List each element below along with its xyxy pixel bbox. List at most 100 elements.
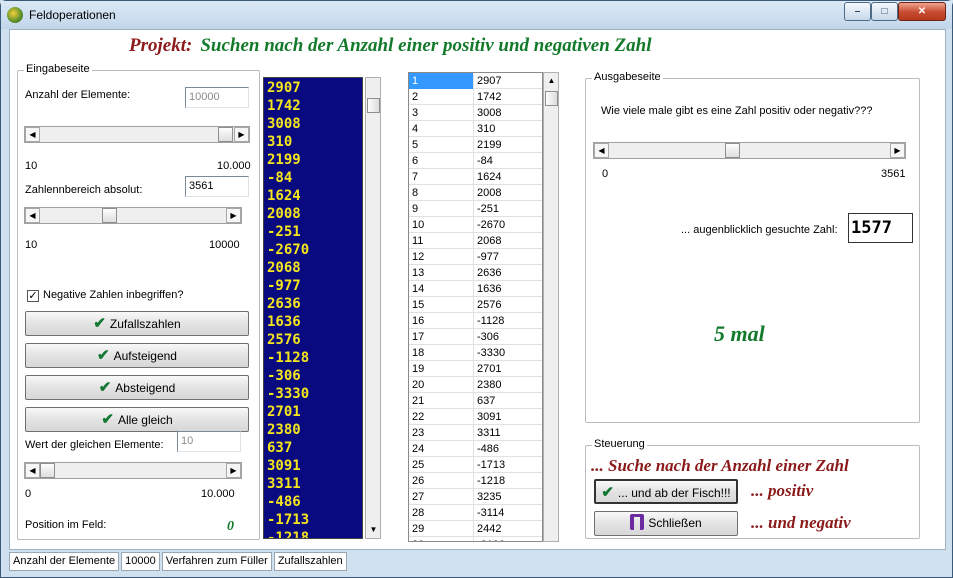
grid-value-cell[interactable]: -1713 xyxy=(474,457,542,473)
slider-thumb[interactable] xyxy=(218,127,233,142)
grid-value-cell[interactable]: 1624 xyxy=(474,169,542,185)
grid-row[interactable]: 14 1636 xyxy=(409,281,542,297)
grid-index-cell[interactable]: 20 xyxy=(409,377,474,393)
grid-value-cell[interactable]: 2199 xyxy=(474,137,542,153)
grid-row[interactable]: 11 2068 xyxy=(409,233,542,249)
grid-scrollbar[interactable]: ▲ xyxy=(543,72,559,542)
scroll-right-arrow-icon[interactable]: ▶ xyxy=(226,463,241,478)
grid-index-cell[interactable]: 6 xyxy=(409,153,474,169)
grid-index-cell[interactable]: 22 xyxy=(409,409,474,425)
grid-value-cell[interactable]: -306 xyxy=(474,329,542,345)
grid-value-cell[interactable]: 1636 xyxy=(474,281,542,297)
grid-value-cell[interactable]: -251 xyxy=(474,201,542,217)
grid-row[interactable]: 18 -3330 xyxy=(409,345,542,361)
scroll-down-arrow-icon[interactable]: ▼ xyxy=(367,523,380,536)
grid-value-cell[interactable]: 2380 xyxy=(474,377,542,393)
grid-index-cell[interactable]: 4 xyxy=(409,121,474,137)
grid-index-cell[interactable]: 19 xyxy=(409,361,474,377)
grid-index-cell[interactable]: 5 xyxy=(409,137,474,153)
grid-row[interactable]: 12 -977 xyxy=(409,249,542,265)
grid-index-cell[interactable]: 15 xyxy=(409,297,474,313)
grid-index-cell[interactable]: 2 xyxy=(409,89,474,105)
grid-value-cell[interactable]: 2068 xyxy=(474,233,542,249)
equal-value-slider[interactable]: ◀ ▶ xyxy=(24,462,242,479)
slider-thumb[interactable] xyxy=(40,463,55,478)
scroll-left-arrow-icon[interactable]: ◀ xyxy=(25,208,40,223)
grid-index-cell[interactable]: 27 xyxy=(409,489,474,505)
maximize-button[interactable]: □ xyxy=(871,2,898,21)
grid-row[interactable]: 25 -1713 xyxy=(409,457,542,473)
search-fish-button[interactable]: ✔... und ab der Fisch!!! xyxy=(594,479,738,504)
grid-value-cell[interactable]: -1218 xyxy=(474,473,542,489)
grid-row[interactable]: 26 -1218 xyxy=(409,473,542,489)
grid-value-cell[interactable]: -3190 xyxy=(474,537,542,541)
current-number-field[interactable]: 1577 xyxy=(848,213,913,243)
grid-index-cell[interactable]: 18 xyxy=(409,345,474,361)
grid-index-cell[interactable]: 8 xyxy=(409,185,474,201)
grid-row[interactable]: 28 -3114 xyxy=(409,505,542,521)
grid-value-cell[interactable]: 2576 xyxy=(474,297,542,313)
grid-row[interactable]: 19 2701 xyxy=(409,361,542,377)
grid-value-cell[interactable]: -1128 xyxy=(474,313,542,329)
scroll-left-arrow-icon[interactable]: ◀ xyxy=(25,127,40,142)
grid-index-cell[interactable]: 7 xyxy=(409,169,474,185)
grid-value-cell[interactable]: 3311 xyxy=(474,425,542,441)
grid-index-cell[interactable]: 26 xyxy=(409,473,474,489)
grid-index-cell[interactable]: 28 xyxy=(409,505,474,521)
range-slider[interactable]: ◀ ▶ xyxy=(24,207,242,224)
grid-row[interactable]: 9 -251 xyxy=(409,201,542,217)
grid-index-cell[interactable]: 10 xyxy=(409,217,474,233)
grid-row[interactable]: 2 1742 xyxy=(409,89,542,105)
grid-index-cell[interactable]: 14 xyxy=(409,281,474,297)
grid-index-cell[interactable]: 25 xyxy=(409,457,474,473)
negative-checkbox[interactable]: ✓ xyxy=(27,290,39,302)
grid-value-cell[interactable]: 1742 xyxy=(474,89,542,105)
grid-value-cell[interactable]: 310 xyxy=(474,121,542,137)
grid-row[interactable]: 21 637 xyxy=(409,393,542,409)
grid-value-cell[interactable]: -2670 xyxy=(474,217,542,233)
element-count-slider[interactable]: ◀ ▶ xyxy=(24,126,250,143)
grid-index-cell[interactable]: 29 xyxy=(409,521,474,537)
numbers-memo[interactable]: 2907 1742 3008 310 2199 -84 1624 2008 -251 -2670 2… xyxy=(263,77,363,539)
grid-value-cell[interactable]: 3235 xyxy=(474,489,542,505)
grid-row[interactable]: 20 2380 xyxy=(409,377,542,393)
grid-row[interactable]: 10 -2670 xyxy=(409,217,542,233)
close-button[interactable]: Schließen xyxy=(594,511,738,536)
grid-index-cell[interactable]: 3 xyxy=(409,105,474,121)
grid-value-cell[interactable]: 3091 xyxy=(474,409,542,425)
grid-index-cell[interactable]: 17 xyxy=(409,329,474,345)
grid-row[interactable]: 7 1624 xyxy=(409,169,542,185)
scroll-right-arrow-icon[interactable]: ▶ xyxy=(234,127,249,142)
grid-value-cell[interactable]: -3114 xyxy=(474,505,542,521)
grid-row[interactable]: 17 -306 xyxy=(409,329,542,345)
scroll-right-arrow-icon[interactable]: ▶ xyxy=(226,208,241,223)
grid-row[interactable]: 22 3091 xyxy=(409,409,542,425)
grid-row[interactable]: 5 2199 xyxy=(409,137,542,153)
grid-row[interactable]: 29 2442 xyxy=(409,521,542,537)
grid-row[interactable]: 23 3311 xyxy=(409,425,542,441)
scroll-thumb[interactable] xyxy=(367,98,380,113)
grid-row[interactable]: 16 -1128 xyxy=(409,313,542,329)
grid-value-cell[interactable]: 2636 xyxy=(474,265,542,281)
all-equal-button[interactable]: ✔ Alle gleich xyxy=(25,407,249,432)
memo-scrollbar[interactable]: ▼ xyxy=(365,77,381,539)
descending-button[interactable]: ✔ Absteigend xyxy=(25,375,249,400)
grid-row[interactable]: 6 -84 xyxy=(409,153,542,169)
random-button[interactable]: ✔ Zufallszahlen xyxy=(25,311,249,336)
grid-index-cell[interactable]: 23 xyxy=(409,425,474,441)
grid-row[interactable]: 1 2907 xyxy=(409,73,542,89)
grid-row[interactable]: 3 3008 xyxy=(409,105,542,121)
grid-value-cell[interactable]: 2442 xyxy=(474,521,542,537)
grid-value-cell[interactable]: 2008 xyxy=(474,185,542,201)
scroll-up-arrow-icon[interactable]: ▲ xyxy=(545,74,558,87)
grid-index-cell[interactable]: 30 xyxy=(409,537,474,541)
grid-index-cell[interactable]: 16 xyxy=(409,313,474,329)
slider-thumb[interactable] xyxy=(725,143,740,158)
numbers-grid[interactable]: 1 2907 2 1742 3 3008 4 310 5 2199 6 -84 7 1624 8 2008 9-… xyxy=(408,72,543,542)
element-count-field[interactable]: 10000 xyxy=(185,87,249,108)
grid-index-cell[interactable]: 1 xyxy=(409,73,474,89)
slider-thumb[interactable] xyxy=(102,208,117,223)
ascending-button[interactable]: ✔ Aufsteigend xyxy=(25,343,249,368)
grid-row[interactable]: 30-3190 xyxy=(409,537,542,541)
scroll-left-arrow-icon[interactable]: ◀ xyxy=(25,463,40,478)
